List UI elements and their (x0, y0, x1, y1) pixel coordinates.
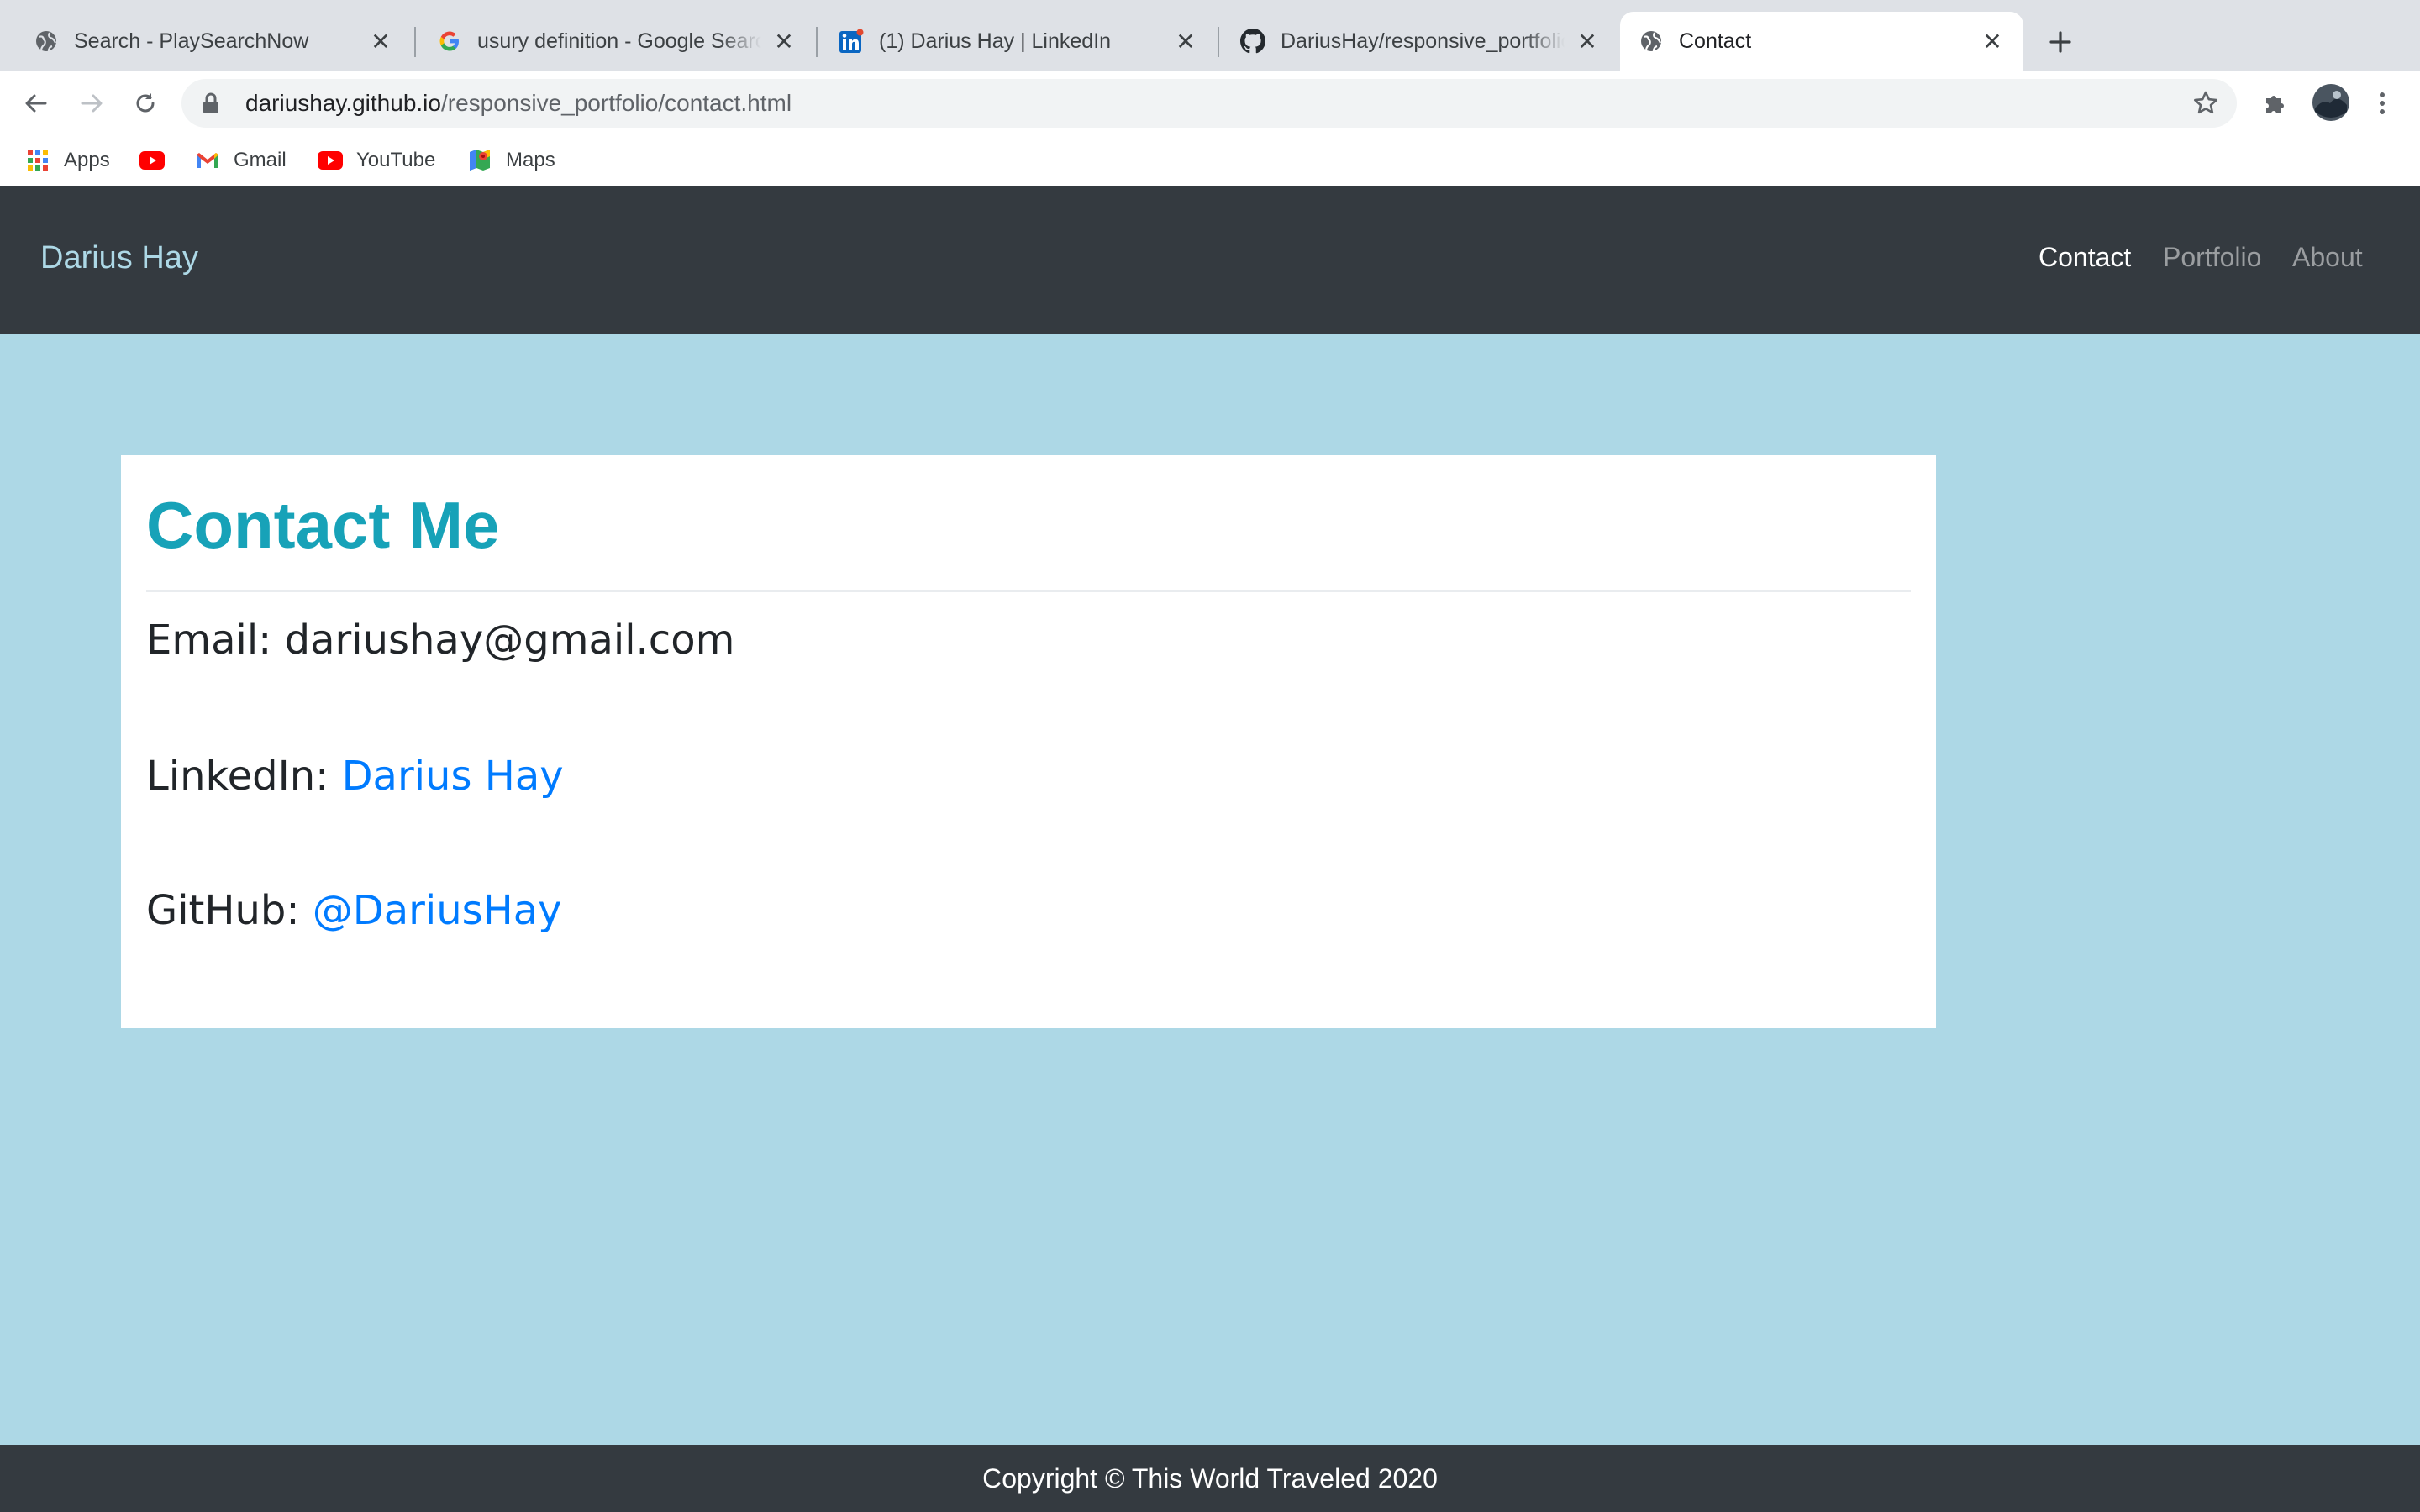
close-icon[interactable]: ✕ (1980, 29, 2005, 55)
url-text: dariushay.github.io/responsive_portfolio… (245, 90, 792, 117)
nav-portfolio[interactable]: Portfolio (2163, 242, 2261, 273)
address-bar[interactable]: dariushay.github.io/responsive_portfolio… (182, 79, 2237, 128)
url-host: dariushay.github.io (245, 90, 441, 116)
apps-grid-icon (25, 148, 50, 173)
github-label: GitHub: (146, 887, 313, 934)
maps-icon (467, 148, 492, 173)
close-icon[interactable]: ✕ (1575, 29, 1600, 55)
tab-contact[interactable]: Contact ✕ (1620, 12, 2023, 71)
bookmark-gmail[interactable]: Gmail (195, 144, 287, 176)
github-row: GitHub: @DariusHay (146, 887, 562, 934)
bookmark-youtube-unlabeled[interactable] (139, 144, 178, 176)
linkedin-row: LinkedIn: Darius Hay (146, 753, 564, 800)
email-label: Email: (146, 617, 285, 664)
bookmarks-bar: Apps Gmail YouTube Maps (0, 136, 2420, 186)
github-link[interactable]: @DariusHay (313, 887, 562, 934)
profile-avatar[interactable] (2309, 81, 2353, 124)
bookmark-label: Maps (506, 149, 555, 171)
tab-title: DariusHay/responsive_portfolio (1281, 29, 1565, 53)
back-button[interactable] (17, 84, 55, 123)
reload-button[interactable] (126, 84, 165, 123)
email-row: Email: dariushay@gmail.com (146, 617, 734, 664)
bookmark-label: YouTube (356, 149, 436, 171)
extensions-button[interactable] (2255, 84, 2294, 123)
tab-strip: Search - PlaySearchNow ✕ usury definitio… (0, 0, 2420, 71)
tab-title: Search - PlaySearchNow (74, 29, 309, 53)
close-icon[interactable]: ✕ (1173, 29, 1198, 55)
bookmark-label: Apps (64, 149, 110, 171)
more-vert-icon (2380, 92, 2385, 114)
puzzle-icon (2266, 96, 2284, 113)
nav-about[interactable]: About (2292, 242, 2363, 273)
google-icon (437, 29, 462, 54)
tab-google-search[interactable]: usury definition - Google Search ✕ (403, 12, 815, 71)
site-footer: Copyright © This World Traveled 2020 (0, 1445, 2420, 1512)
youtube-icon (318, 148, 343, 173)
bookmark-youtube[interactable]: YouTube (318, 144, 435, 176)
new-tab-button[interactable] (2042, 24, 2079, 60)
close-icon[interactable]: ✕ (368, 29, 393, 55)
forward-button[interactable] (72, 84, 111, 123)
divider (146, 590, 1911, 592)
url-path: /responsive_portfolio/contact.html (440, 90, 792, 116)
linkedin-icon (839, 29, 864, 54)
reload-icon (136, 93, 155, 113)
nav-contact[interactable]: Contact (2039, 242, 2131, 273)
brand-link[interactable]: Darius Hay (40, 240, 198, 276)
footer-copyright: Copyright © This World Traveled 2020 (982, 1462, 1438, 1494)
github-icon (1240, 29, 1265, 54)
gmail-icon (195, 148, 220, 173)
email-value: dariushay@gmail.com (284, 617, 735, 664)
browser-menu-button[interactable] (2363, 84, 2402, 123)
globe-icon (1639, 29, 1664, 54)
youtube-icon (139, 148, 165, 173)
tab-title: usury definition - Google Search (477, 29, 761, 53)
tab-title: Contact (1679, 29, 1752, 53)
arrow-right-icon (81, 94, 103, 113)
contact-card: Contact Me Email: dariushay@gmail.com Li… (121, 455, 1936, 1028)
bookmark-star-icon[interactable] (2191, 89, 2220, 118)
bookmark-label: Gmail (234, 149, 287, 171)
globe-icon (34, 29, 59, 54)
avatar-icon (2312, 84, 2349, 121)
tab-linkedin[interactable]: (1) Darius Hay | LinkedIn ✕ (805, 12, 1217, 71)
tab-playsearchnow[interactable]: Search - PlaySearchNow ✕ (0, 12, 412, 71)
plus-icon (2049, 31, 2071, 53)
page-title: Contact Me (146, 488, 500, 562)
lock-icon[interactable] (202, 91, 224, 116)
site-navbar: Darius Hay Contact Portfolio About (0, 186, 2420, 334)
close-icon[interactable]: ✕ (771, 29, 797, 55)
browser-toolbar: dariushay.github.io/responsive_portfolio… (0, 71, 2420, 136)
bookmark-apps[interactable]: Apps (25, 144, 110, 176)
linkedin-link[interactable]: Darius Hay (342, 753, 564, 800)
bookmark-maps[interactable]: Maps (467, 144, 555, 176)
tab-title: (1) Darius Hay | LinkedIn (879, 29, 1112, 53)
arrow-left-icon (25, 94, 47, 113)
tab-github[interactable]: DariusHay/responsive_portfolio ✕ (1207, 12, 1618, 71)
linkedin-label: LinkedIn: (146, 753, 342, 800)
